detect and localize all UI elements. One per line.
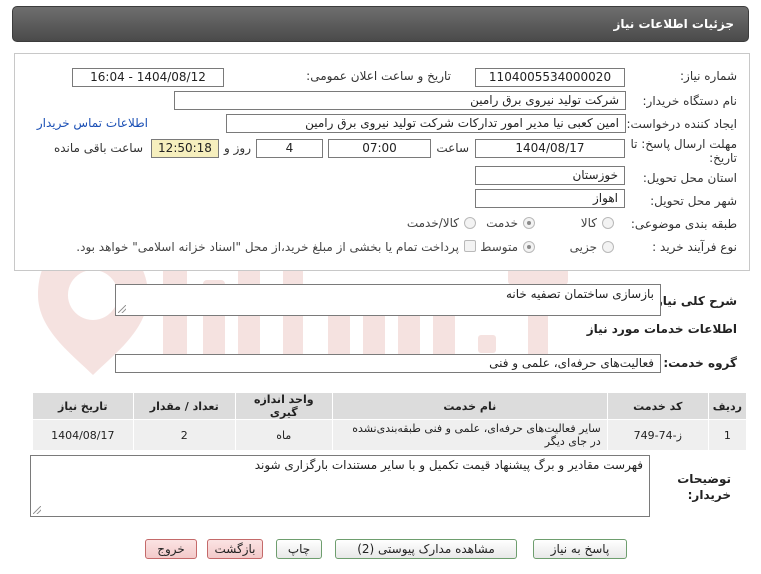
category-radio-service[interactable] <box>523 217 535 229</box>
process-option-medium: متوسط <box>480 240 518 254</box>
cell-service-code: ز-74-749 <box>606 419 709 451</box>
announce-datetime-label: تاریخ و ساعت اعلان عمومی: <box>306 69 451 83</box>
col-unit: واحد اندازه گیری <box>234 392 333 420</box>
days-field[interactable]: 4 <box>256 139 323 158</box>
creator-label: ایجاد کننده درخواست: <box>626 117 737 131</box>
process-label: نوع فرآیند خرید : <box>652 240 737 254</box>
buyer-notes-text: فهرست مقادیر و برگ پیشنهاد قیمت تکمیل و … <box>254 458 643 472</box>
buyer-notes-label-2: خریدار: <box>687 488 731 502</box>
cell-need-date: 1404/08/17 <box>31 419 134 451</box>
col-quantity: تعداد / مقدار <box>132 392 236 420</box>
col-need-date: تاریخ نیاز <box>31 392 134 420</box>
category-option-goods: کالا <box>580 216 597 230</box>
exit-button[interactable]: خروج <box>145 539 197 559</box>
deadline-date-field[interactable]: 1404/08/17 <box>475 139 625 158</box>
need-number-field[interactable]: 1104005534000020 <box>475 68 625 87</box>
back-button[interactable]: بازگشت <box>207 539 263 559</box>
process-radio-minor[interactable] <box>602 241 614 253</box>
table-header-row: ردیف کد خدمت نام خدمت واحد اندازه گیری ت… <box>31 392 748 420</box>
summary-text: بازسازی ساختمان تصفیه خانه <box>505 287 654 301</box>
deadline-label: مهلت ارسال پاسخ: تا <box>630 137 737 151</box>
process-radio-medium[interactable] <box>523 241 535 253</box>
page-title: جزئیات اطلاعات نیاز <box>613 17 734 31</box>
days-label: روز و <box>224 141 251 155</box>
province-label: استان محل تحویل: <box>642 171 737 185</box>
category-radio-goods-service[interactable] <box>464 217 476 229</box>
print-button[interactable]: چاپ <box>276 539 322 559</box>
category-option-goods-service: کالا/خدمت <box>406 216 459 230</box>
cell-unit: ماه <box>234 419 333 451</box>
process-option-minor: جزیی <box>569 240 597 254</box>
services-table: ردیف کد خدمت نام خدمت واحد اندازه گیری ت… <box>31 392 748 451</box>
buyer-contact-link[interactable]: اطلاعات تماس خریدار <box>37 116 148 130</box>
category-option-service: خدمت <box>486 216 518 230</box>
buyer-notes-field[interactable]: فهرست مقادیر و برگ پیشنهاد قیمت تکمیل و … <box>30 455 650 517</box>
creator-field[interactable]: امین کعبی نیا مدیر امور تدارکات شرکت تول… <box>226 114 626 133</box>
service-group-label: گروه خدمت: <box>663 356 737 370</box>
need-number-label: شماره نیاز: <box>680 69 737 83</box>
summary-field[interactable]: بازسازی ساختمان تصفیه خانه <box>115 284 661 316</box>
attached-docs-button[interactable]: مشاهده مدارک پیوستی (2) <box>335 539 517 559</box>
page-header: جزئیات اطلاعات نیاز <box>12 6 749 42</box>
cell-quantity: 2 <box>132 419 236 451</box>
announce-datetime-field[interactable]: 1404/08/12 - 16:04 <box>72 68 224 87</box>
services-section-title: اطلاعات خدمات مورد نیاز <box>586 322 737 336</box>
buyer-org-label: نام دستگاه خریدار: <box>642 94 738 108</box>
resize-grip-icon[interactable] <box>118 305 126 313</box>
province-field[interactable]: خوزستان <box>475 166 625 185</box>
cell-row-number: 1 <box>707 419 748 451</box>
table-row[interactable]: 1 ز-74-749 سایر فعالیت‌های حرفه‌ای، علمی… <box>31 419 748 451</box>
col-service-name: نام خدمت <box>331 392 608 420</box>
remaining-time-field: 12:50:18 <box>151 139 219 158</box>
category-radio-goods[interactable] <box>602 217 614 229</box>
resize-grip-icon[interactable] <box>33 506 41 514</box>
col-service-code: کد خدمت <box>606 392 709 420</box>
deadline-time-label: ساعت <box>436 141 469 155</box>
city-label: شهر محل تحویل: <box>650 194 737 208</box>
summary-label: شرح کلی نیاز: <box>651 294 737 308</box>
col-row-number: ردیف <box>707 392 748 420</box>
category-label: طبقه بندی موضوعی: <box>630 217 737 231</box>
treasury-payment-note: پرداخت تمام یا بخشی از مبلغ خرید،از محل … <box>76 240 459 254</box>
buyer-notes-label: توضیحات <box>677 472 731 486</box>
deadline-date-label: تاریخ: <box>709 151 737 165</box>
service-group-field[interactable]: فعالیت‌های حرفه‌ای، علمی و فنی <box>115 354 661 373</box>
remaining-time-label: ساعت باقی مانده <box>53 141 143 155</box>
cell-service-name: سایر فعالیت‌های حرفه‌ای، علمی و فنی طبقه… <box>331 419 608 451</box>
deadline-time-field[interactable]: 07:00 <box>328 139 431 158</box>
city-field[interactable]: اهواز <box>475 189 625 208</box>
buyer-org-field[interactable]: شرکت تولید نیروی برق رامین <box>174 91 626 110</box>
services-table-wrap: ردیف کد خدمت نام خدمت واحد اندازه گیری ت… <box>31 392 748 451</box>
treasury-payment-checkbox[interactable] <box>464 240 476 252</box>
reply-button[interactable]: پاسخ به نیاز <box>533 539 627 559</box>
